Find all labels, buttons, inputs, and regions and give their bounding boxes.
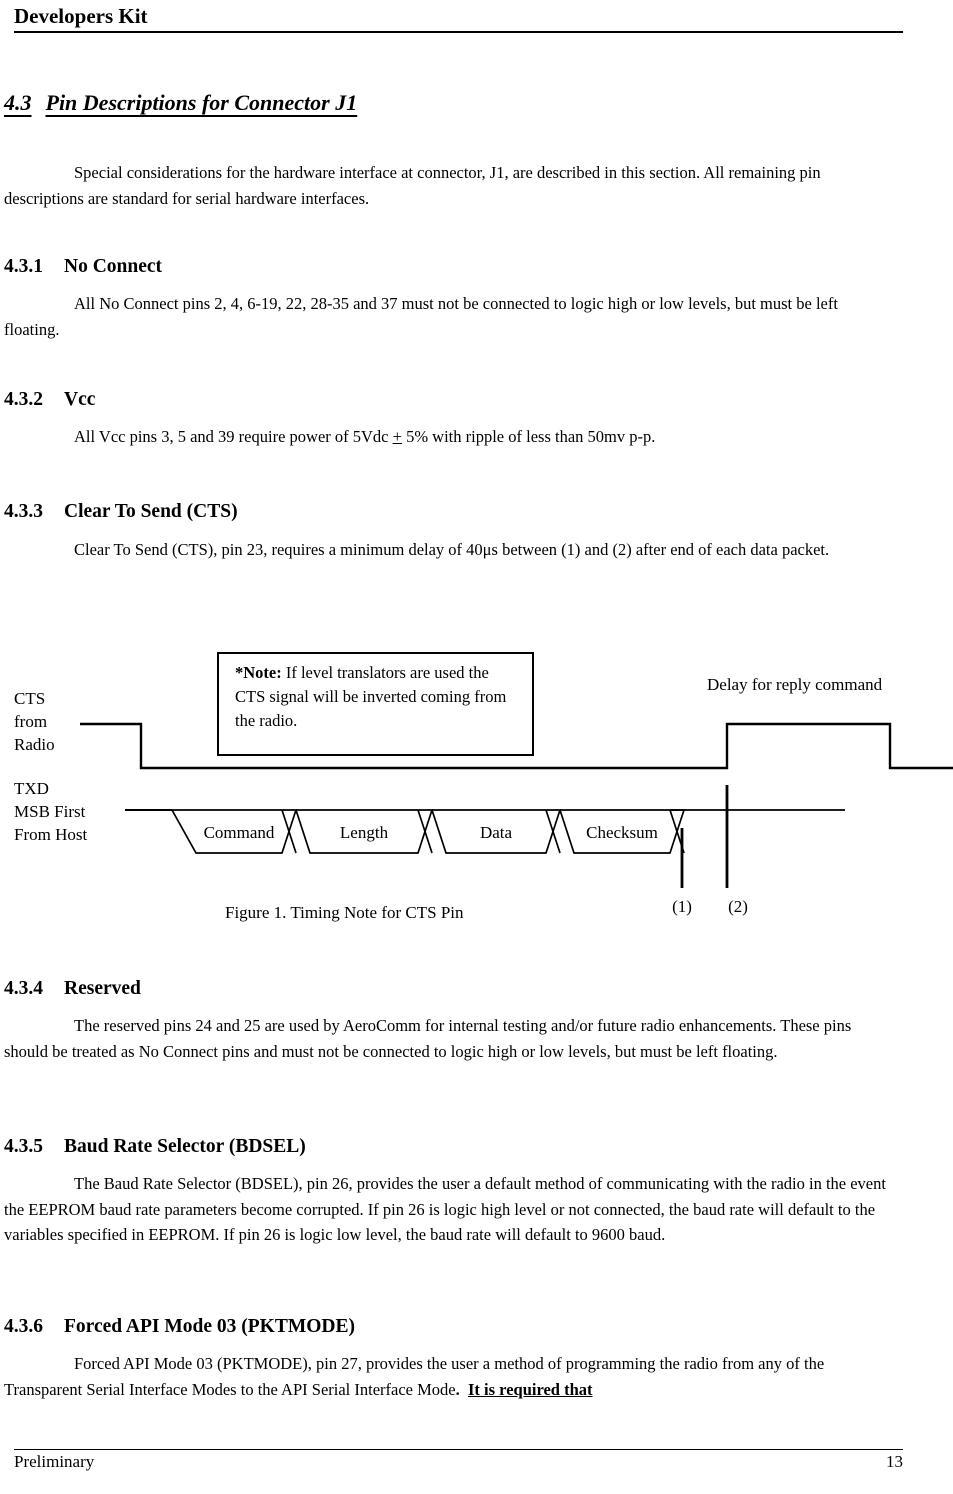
pktmode-body-emphasis: It is required that	[468, 1379, 593, 1399]
subsection-title: No Connect	[64, 256, 163, 277]
subsection-body-4-3-1: All No Connect pins 2, 4, 6-19, 22, 28-3…	[4, 294, 838, 339]
vcc-body-post: 5% with ripple of less than 50mv p-p.	[401, 427, 656, 446]
subsection-title: Clear To Send (CTS)	[64, 501, 238, 522]
vcc-body-pre: All Vcc pins 3, 5 and 39 require power o…	[74, 427, 393, 446]
txd-label-length: Length	[340, 823, 389, 842]
pktmode-body-period: .	[455, 1379, 460, 1399]
txd-label-line-1: TXD	[14, 779, 49, 798]
section-intro-paragraph: Special considerations for the hardware …	[4, 163, 821, 208]
subsection-number: 4.3.2	[4, 389, 43, 410]
subsection-title: Reserved	[64, 978, 141, 999]
subsection-number: 4.3.4	[4, 978, 43, 999]
footer-left-text: Preliminary	[14, 1452, 95, 1471]
subsection-heading-4-3-3: 4.3.3 Clear To Send (CTS)	[4, 501, 238, 523]
subsection-number: 4.3.3	[4, 501, 43, 522]
subsection-title: Baud Rate Selector (BDSEL)	[64, 1136, 306, 1157]
subsection-heading-4-3-1: 4.3.1 No Connect	[4, 256, 162, 278]
txd-label-checksum: Checksum	[586, 823, 658, 842]
txd-label-line-3: From Host	[14, 825, 88, 844]
subsection-body-4-3-3: Clear To Send (CTS), pin 23, requires a …	[74, 540, 830, 559]
pktmode-body-pre: Forced API Mode 03 (PKTMODE), pin 27, pr…	[4, 1354, 825, 1399]
header-title: Developers Kit	[14, 4, 148, 28]
subsection-heading-4-3-2: 4.3.2 Vcc	[4, 389, 95, 411]
delay-annotation-label: Delay for reply command	[707, 675, 883, 694]
note-callout-box: *Note: If level translators are used the…	[217, 652, 534, 756]
txd-label-data: Data	[480, 823, 513, 842]
subsection-body-4-3-4: The reserved pins 24 and 25 are used by …	[4, 1016, 852, 1061]
subsection-title-post: (PKTMODE)	[241, 1316, 356, 1337]
cts-signal-label: CTS from Radio	[14, 687, 55, 756]
marker-2-label: (2)	[728, 897, 748, 916]
subsection-heading-4-3-4: 4.3.4 Reserved	[4, 978, 141, 1000]
subsection-number: 4.3.5	[4, 1136, 43, 1157]
subsection-body-4-3-5: The Baud Rate Selector (BDSEL), pin 26, …	[4, 1174, 886, 1244]
figure-caption: Figure 1. Timing Note for CTS Pin	[225, 903, 464, 922]
cts-label-line-2: from	[14, 712, 48, 731]
subsection-title-pre: Forced API Mode 03	[64, 1316, 242, 1337]
subsection-heading-4-3-6: 4.3.6 Forced API Mode 03 (PKTMODE)	[4, 1316, 355, 1338]
subsection-title: Vcc	[64, 389, 96, 410]
figure-1-timing-diagram: Command Length Data Checksum (1) (2) CTS…	[0, 640, 953, 940]
page-number: 13	[886, 1452, 903, 1471]
marker-1-label: (1)	[672, 897, 692, 916]
page-header: Developers Kit	[14, 4, 903, 33]
subsection-number: 4.3.6	[4, 1316, 43, 1337]
section-heading-4-3: 4.3 Pin Descriptions for Connector J1	[4, 90, 357, 116]
page-footer: Preliminary 13	[14, 1449, 903, 1472]
document-page: Developers Kit 4.3 Pin Descriptions for C…	[0, 0, 953, 1494]
cts-label-line-3: Radio	[14, 735, 55, 754]
subsection-number: 4.3.1	[4, 256, 43, 277]
note-bold-lead: *Note:	[235, 663, 282, 682]
txd-label-line-2: MSB First	[14, 802, 86, 821]
txd-label-command: Command	[204, 823, 275, 842]
subsection-body-4-3-6: Forced API Mode 03 (PKTMODE), pin 27, pr…	[4, 1351, 889, 1402]
section-title: Pin Descriptions for Connector J1	[45, 90, 358, 115]
cts-label-line-1: CTS	[14, 689, 46, 708]
subsection-body-4-3-2: All Vcc pins 3, 5 and 39 require power o…	[4, 424, 889, 450]
plus-minus-symbol: +	[392, 427, 402, 446]
txd-signal-label: TXD MSB First From Host	[14, 777, 87, 846]
subsection-heading-4-3-5: 4.3.5 Baud Rate Selector (BDSEL)	[4, 1136, 306, 1158]
section-number: 4.3	[4, 90, 32, 115]
